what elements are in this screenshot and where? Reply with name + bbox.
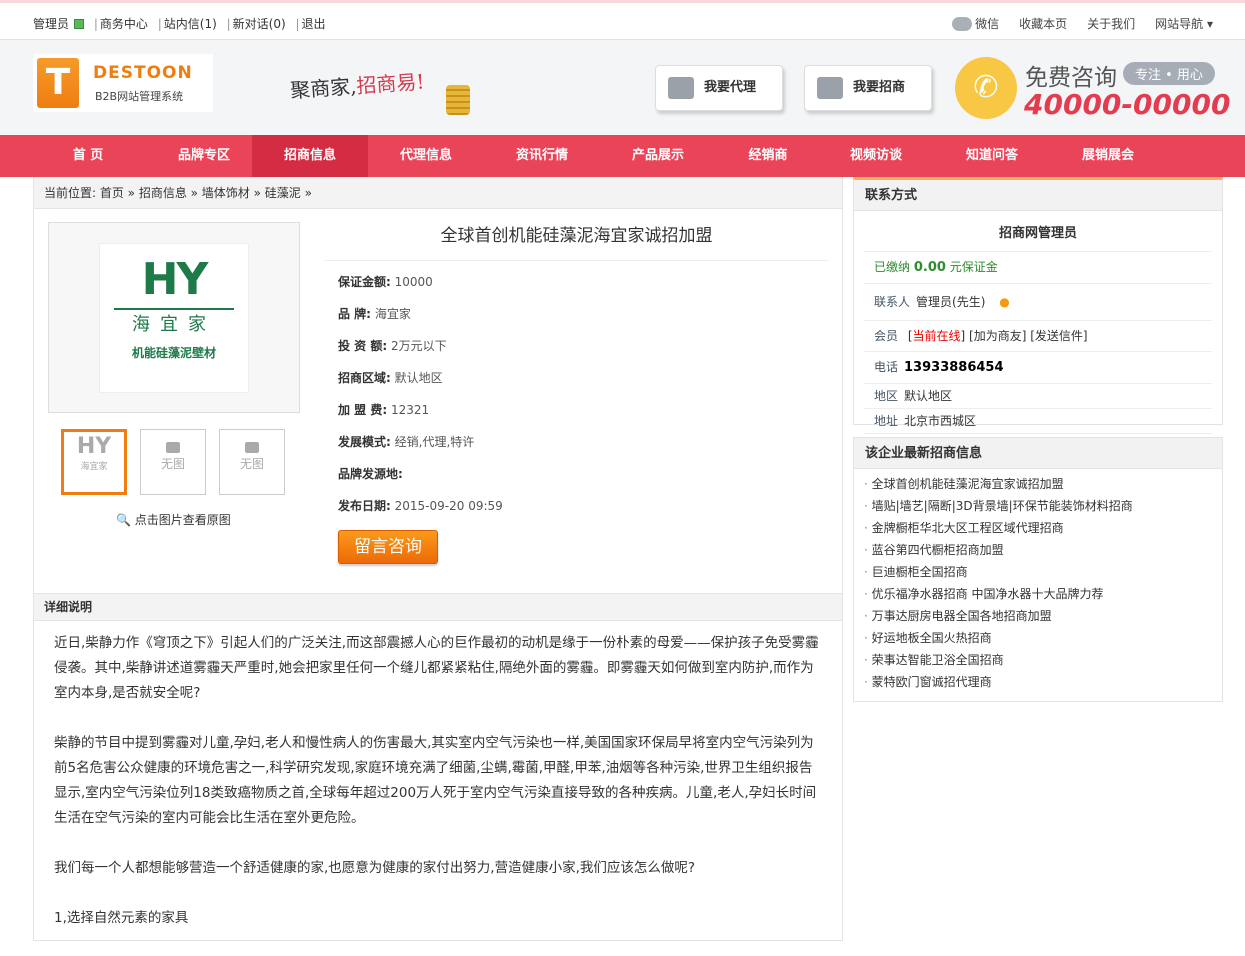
wechat-link[interactable]: 微信 bbox=[952, 15, 999, 32]
message-consult-button[interactable]: 留言咨询 bbox=[338, 530, 438, 564]
breadcrumb[interactable]: 当前位置: 首页 » 招商信息 » 墙体饰材 » 硅藻泥 » bbox=[34, 177, 842, 209]
add-friend-link[interactable]: [加为商友] bbox=[969, 329, 1026, 343]
main-nav: 首 页 品牌专区 招商信息 代理信息 资讯行情 产品展示 经销商 视频访谈 知道… bbox=[0, 135, 1245, 177]
info-row: 保证金额: 10000 bbox=[338, 275, 433, 289]
logo-name: DESTOON bbox=[93, 63, 193, 83]
info-row: 发布日期: 2015-09-20 09:59 bbox=[338, 499, 503, 513]
info-row: 投 资 额: 2万元以下 bbox=[338, 339, 447, 353]
nav-products[interactable]: 产品展示 bbox=[600, 135, 716, 177]
chat-link[interactable]: 新对话(0) bbox=[233, 17, 286, 31]
header: T DESTOON B2B网站管理系统 聚商家,招商易! 我要代理 我要招商 ✆… bbox=[0, 40, 1245, 135]
messages-link[interactable]: 站内信(1) bbox=[164, 17, 217, 31]
info-row: 品牌发源地: bbox=[338, 467, 403, 481]
latest-panel: 该企业最新招商信息 全球首创机能硅藻泥海宜家诚招加盟 墙贴|墙艺|隔断|3D背景… bbox=[853, 437, 1223, 702]
invest-button[interactable]: 我要招商 bbox=[804, 65, 932, 111]
list-item[interactable]: 全球首创机能硅藻泥海宜家诚招加盟 bbox=[854, 473, 1222, 495]
brand-logo-mark: HY bbox=[141, 254, 209, 305]
nav-brands[interactable]: 品牌专区 bbox=[146, 135, 262, 177]
main-content: 当前位置: 首页 » 招商信息 » 墙体饰材 » 硅藻泥 » HY 海宜家 机能… bbox=[33, 177, 843, 941]
about-link[interactable]: 关于我们 bbox=[1087, 15, 1135, 32]
magnifier-icon: 🔍 bbox=[116, 513, 131, 527]
logo[interactable]: T DESTOON B2B网站管理系统 bbox=[33, 54, 213, 112]
list-item[interactable]: 好运地板全国火热招商 bbox=[854, 627, 1222, 649]
product-image[interactable]: HY 海宜家 机能硅藻泥壁材 bbox=[48, 222, 300, 413]
member-row: 会员 [当前在线] [加为商友] [发送信件] bbox=[864, 321, 1212, 352]
thumbnail-1[interactable]: HY 海宜家 bbox=[61, 429, 127, 495]
logo-subtitle: B2B网站管理系统 bbox=[95, 90, 184, 103]
list-item[interactable]: 万事达厨房电器全国各地招商加盟 bbox=[854, 605, 1222, 627]
list-item[interactable]: 墙贴|墙艺|隔断|3D背景墙|环保节能装饰材料招商 bbox=[854, 495, 1222, 517]
deposit-row: 已缴纳 0.00 元保证金 bbox=[864, 252, 1212, 284]
coins-icon bbox=[446, 85, 470, 115]
verified-icon bbox=[74, 19, 85, 29]
consult-label: 免费咨询 bbox=[1025, 65, 1117, 91]
info-row: 品 牌: 海宜家 bbox=[338, 307, 411, 321]
contact-heading: 联系方式 bbox=[854, 180, 1222, 211]
detail-text: 近日,柴静力作《穹顶之下》引起人们的广泛关注,而这部震撼人心的巨作最初的动机是缘… bbox=[54, 635, 819, 926]
list-item[interactable]: 蒙特欧门窗诚招代理商 bbox=[854, 671, 1222, 693]
list-item[interactable]: 蓝谷第四代橱柜招商加盟 bbox=[854, 539, 1222, 561]
company-name[interactable]: 招商网管理员 bbox=[864, 211, 1212, 252]
nav-agency[interactable]: 代理信息 bbox=[368, 135, 484, 177]
brand-logo-name: 海宜家 bbox=[114, 308, 234, 336]
nav-investment[interactable]: 招商信息 bbox=[252, 135, 368, 177]
site-nav-dropdown[interactable]: 网站导航 ▾ bbox=[1155, 15, 1213, 32]
latest-heading: 该企业最新招商信息 bbox=[854, 438, 1222, 469]
list-item[interactable]: 金牌橱柜华北大区工程区域代理招商 bbox=[854, 517, 1222, 539]
phone-icon: ✆ bbox=[955, 57, 1017, 119]
area-row: 地区 默认地区 bbox=[864, 384, 1212, 409]
online-status: 当前在线 bbox=[912, 329, 961, 343]
logout-link[interactable]: 退出 bbox=[302, 17, 326, 31]
handshake-icon bbox=[817, 77, 843, 99]
shop-icon bbox=[668, 77, 694, 99]
contact-row: 联系人 管理员(先生) ● bbox=[864, 284, 1212, 321]
top-bar: 管理员 | 商务中心 | 站内信(1) | 新对话(0) | 退出 微信 收藏本页 关于… bbox=[0, 0, 1245, 40]
view-original-link[interactable]: 🔍 点击图片查看原图 bbox=[116, 511, 231, 528]
agent-button[interactable]: 我要代理 bbox=[655, 65, 783, 111]
product-info: 保证金额: 10000 品 牌: 海宜家 投 资 额: 2万元以下 招商区域: … bbox=[338, 274, 503, 530]
chat-icon[interactable]: ● bbox=[999, 295, 1009, 309]
user-link[interactable]: 管理员 bbox=[33, 17, 69, 31]
list-item[interactable]: 巨迪橱柜全国招商 bbox=[854, 561, 1222, 583]
product-title: 全球首创机能硅藻泥海宜家诚招加盟 bbox=[324, 221, 829, 261]
send-mail-link[interactable]: [发送信件] bbox=[1030, 329, 1087, 343]
list-item[interactable]: 荣事达智能卫浴全国招商 bbox=[854, 649, 1222, 671]
business-center-link[interactable]: 商务中心 bbox=[100, 17, 148, 31]
nav-dealers[interactable]: 经销商 bbox=[710, 135, 826, 177]
info-row: 招商区域: 默认地区 bbox=[338, 371, 443, 385]
brand-logo-desc: 机能硅藻泥壁材 bbox=[131, 346, 216, 360]
hotline: 40000-00000 bbox=[1024, 88, 1231, 121]
contact-panel: 联系方式 招商网管理员 已缴纳 0.00 元保证金 联系人 管理员(先生) ● 会… bbox=[853, 177, 1223, 434]
consult-tag: 专注 • 用心 bbox=[1123, 62, 1215, 85]
slogan: 聚商家,招商易! bbox=[289, 69, 426, 103]
address-row: 地址 北京市西城区 bbox=[864, 409, 1212, 434]
wechat-label: 微信 bbox=[975, 17, 1000, 31]
list-item[interactable]: 优乐福净水器招商 中国净水器十大品牌力荐 bbox=[854, 583, 1222, 605]
nav-video[interactable]: 视频访谈 bbox=[818, 135, 934, 177]
phone-row: 电话 13933886454 bbox=[864, 352, 1212, 384]
nav-home[interactable]: 首 页 bbox=[30, 135, 146, 177]
detail-heading: 详细说明 bbox=[34, 593, 842, 621]
camera-icon bbox=[166, 442, 180, 453]
info-row: 发展模式: 经销,代理,特许 bbox=[338, 435, 475, 449]
camera-icon bbox=[245, 442, 259, 453]
thumbnail-3[interactable]: 无图 bbox=[219, 429, 285, 495]
bookmark-link[interactable]: 收藏本页 bbox=[1019, 15, 1067, 32]
nav-qa[interactable]: 知道问答 bbox=[934, 135, 1050, 177]
contact-phone: 13933886454 bbox=[904, 360, 1004, 375]
wechat-icon bbox=[952, 17, 973, 31]
thumbnail-2[interactable]: 无图 bbox=[140, 429, 206, 495]
nav-news[interactable]: 资讯行情 bbox=[484, 135, 600, 177]
latest-list: 全球首创机能硅藻泥海宜家诚招加盟 墙贴|墙艺|隔断|3D背景墙|环保节能装饰材料… bbox=[854, 469, 1222, 693]
logo-icon: T bbox=[37, 58, 79, 108]
nav-expo[interactable]: 展销展会 bbox=[1050, 135, 1166, 177]
info-row: 加 盟 费: 12321 bbox=[338, 403, 430, 417]
